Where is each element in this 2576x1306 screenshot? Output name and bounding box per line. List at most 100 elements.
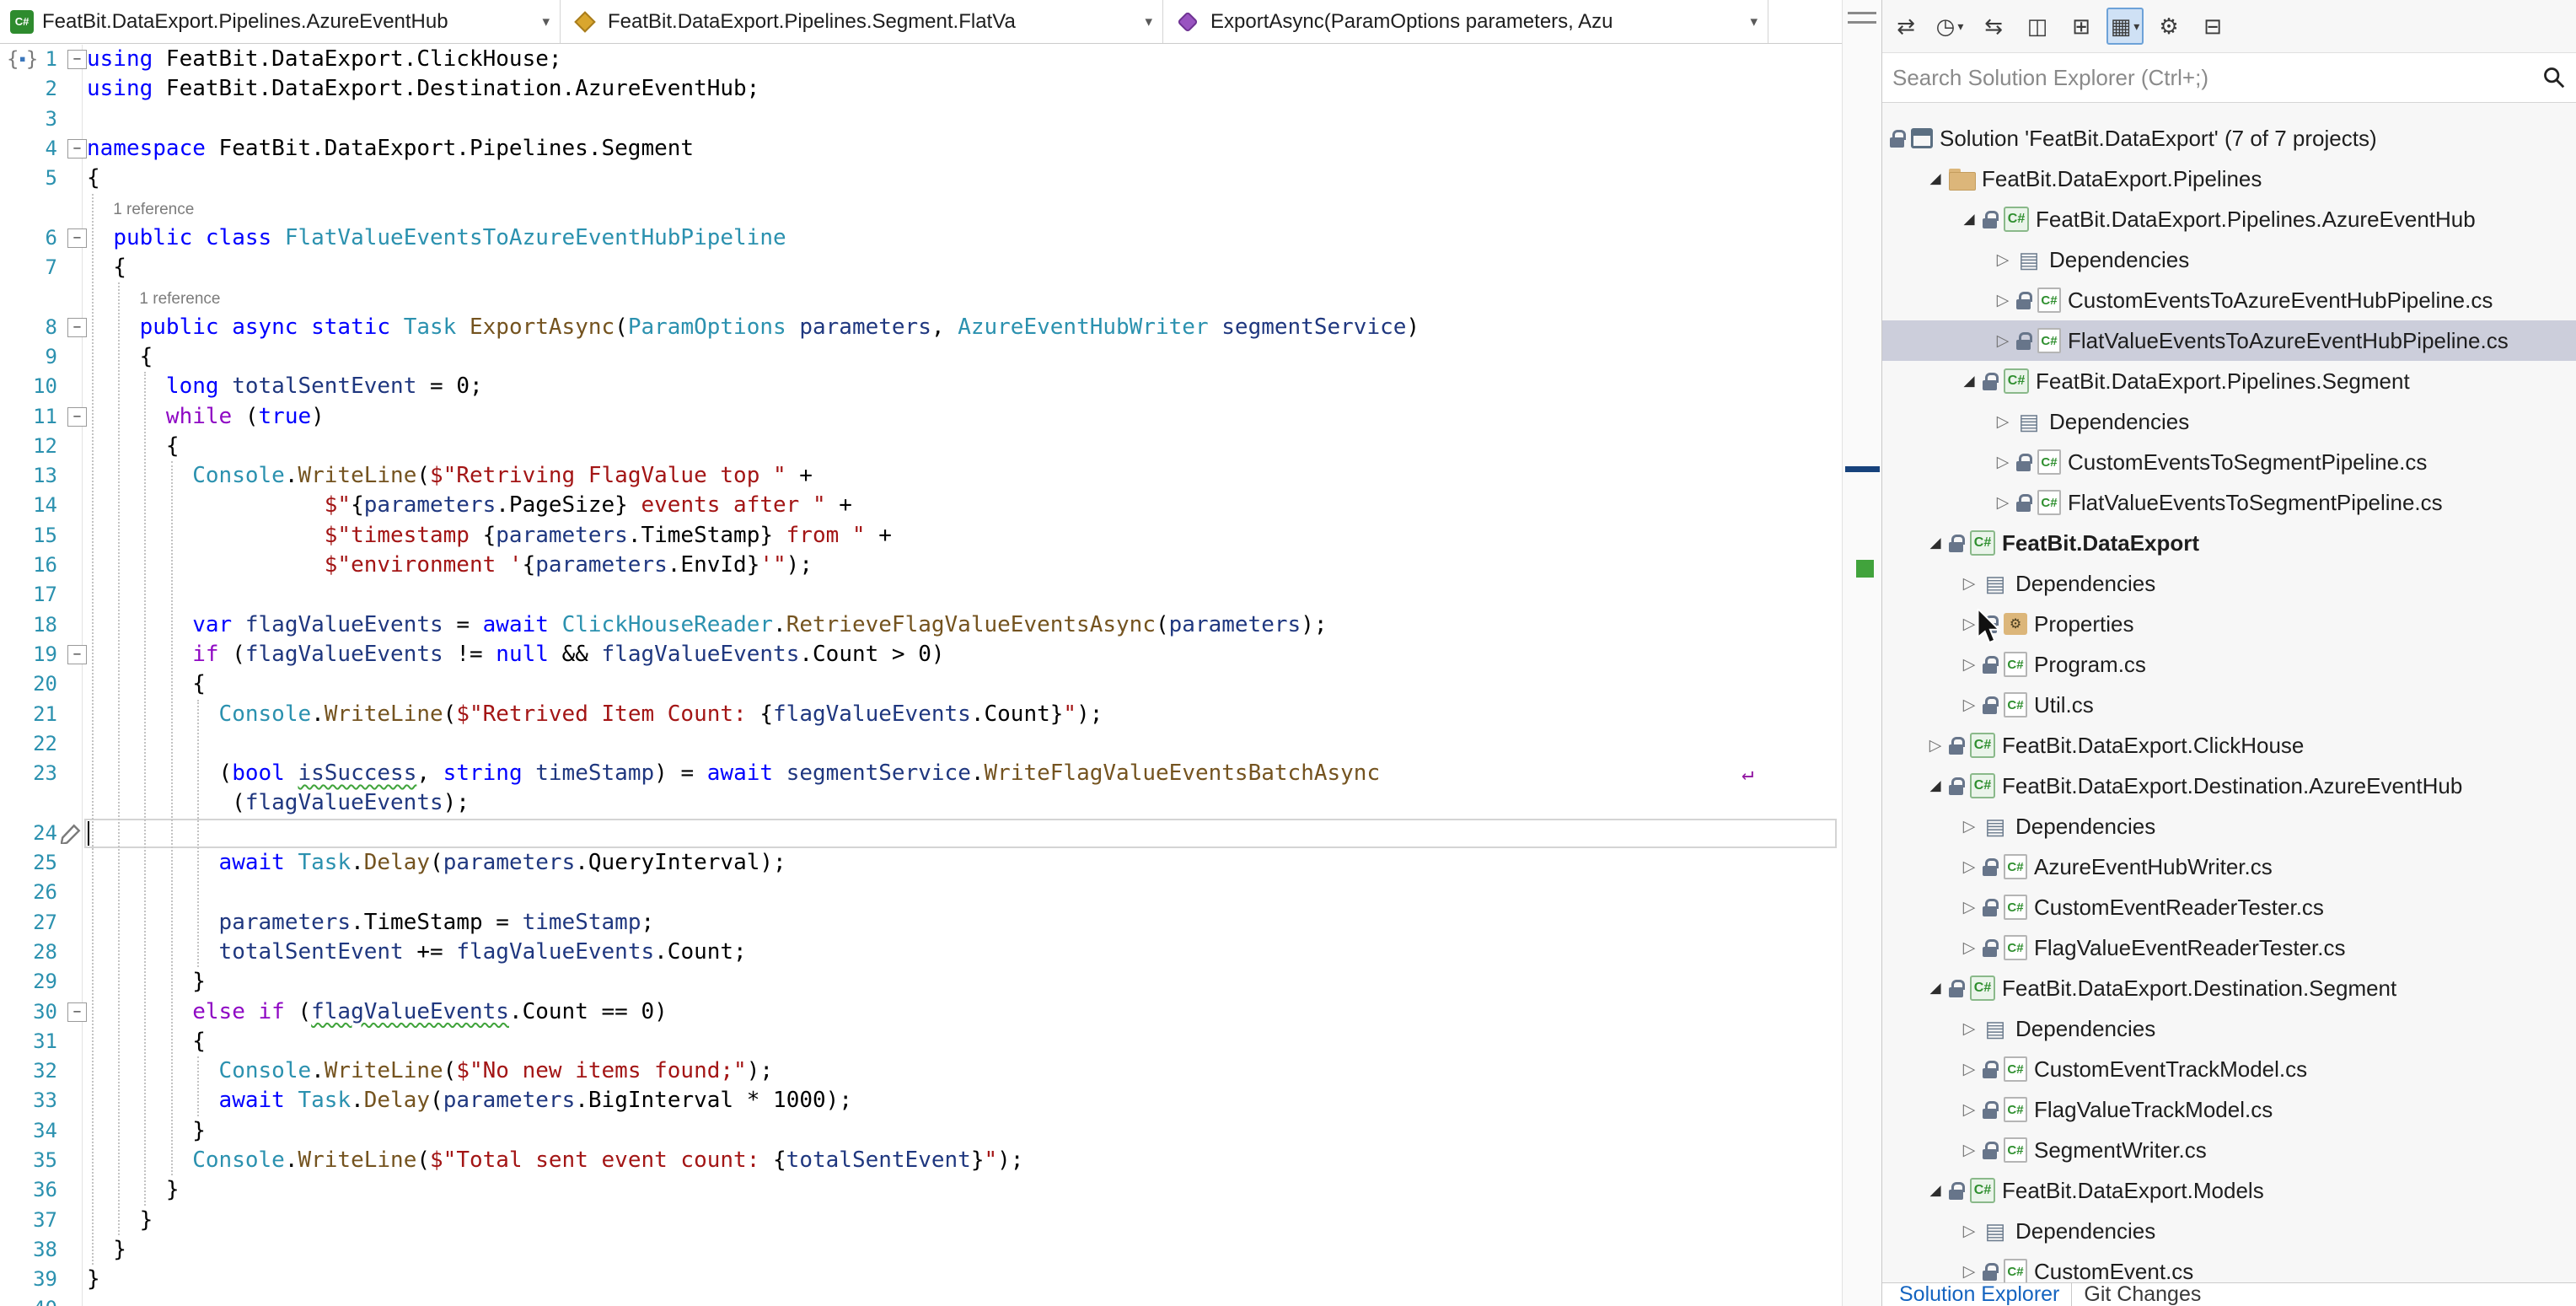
tree-item[interactable]: Util.cs bbox=[1882, 685, 2576, 725]
tree-item[interactable]: FeatBit.DataExport.Destination.AzureEven… bbox=[1882, 766, 2576, 806]
search-input[interactable] bbox=[1892, 65, 2542, 91]
expand-icon[interactable] bbox=[1956, 857, 1982, 877]
code-line[interactable]: 17 bbox=[0, 580, 1842, 610]
code-line[interactable]: 18 var flagValueEvents = await ClickHous… bbox=[0, 610, 1842, 640]
panel-tab-solution-explorer[interactable]: Solution Explorer bbox=[1887, 1282, 2071, 1306]
tree-item[interactable]: Dependencies bbox=[1882, 1008, 2576, 1049]
tree-item[interactable]: Dependencies bbox=[1882, 563, 2576, 604]
code-line[interactable]: 9 { bbox=[0, 342, 1842, 372]
code-line[interactable]: 28 totalSentEvent += flagValueEvents.Cou… bbox=[0, 938, 1842, 967]
chevron-down-icon[interactable] bbox=[1145, 13, 1152, 30]
code-line[interactable]: 24 bbox=[0, 819, 1842, 848]
vertical-scrollbar[interactable] bbox=[1842, 0, 1881, 1306]
tree-item[interactable]: CustomEventsToSegmentPipeline.cs bbox=[1882, 442, 2576, 482]
code-line[interactable]: 13 Console.WriteLine($"Retriving FlagVal… bbox=[0, 461, 1842, 491]
code-line[interactable]: 27 parameters.TimeStamp = timeStamp; bbox=[0, 908, 1842, 938]
tree-item[interactable]: FeatBit.DataExport.Pipelines.AzureEventH… bbox=[1882, 199, 2576, 239]
panel-tab-git-changes[interactable]: Git Changes bbox=[2071, 1282, 2213, 1306]
search-icon[interactable] bbox=[2542, 66, 2566, 89]
search-box[interactable] bbox=[1882, 52, 2576, 103]
tree-item[interactable]: CustomEventReaderTester.cs bbox=[1882, 887, 2576, 927]
collapse-all-icon[interactable]: ⊟ bbox=[2194, 8, 2231, 45]
sync-with-active-document-icon[interactable]: ⇆ bbox=[1975, 8, 2012, 45]
code-line[interactable]: 14 $"{parameters.PageSize} events after … bbox=[0, 491, 1842, 520]
collapse-icon[interactable] bbox=[1956, 372, 1982, 390]
code-area[interactable]: 1using FeatBit.DataExport.ClickHouse;2us… bbox=[0, 45, 1842, 1306]
properties-wrench-icon[interactable]: ⚙ bbox=[2150, 8, 2187, 45]
code-line[interactable]: 5{ bbox=[0, 164, 1842, 193]
expand-icon[interactable] bbox=[1956, 1060, 1982, 1079]
codelens-references[interactable]: 1 reference bbox=[0, 284, 221, 314]
chevron-down-icon[interactable] bbox=[542, 13, 550, 30]
type-dropdown[interactable]: FeatBit.DataExport.Pipelines.Segment.Fla… bbox=[561, 0, 1163, 43]
fold-collapse-icon[interactable] bbox=[57, 223, 87, 253]
code-line[interactable]: 38 } bbox=[0, 1235, 1842, 1265]
expand-icon[interactable] bbox=[1956, 817, 1982, 836]
collapse-icon[interactable] bbox=[1923, 1181, 1948, 1200]
expand-icon[interactable] bbox=[1990, 453, 2015, 472]
editor-split-handle[interactable] bbox=[1848, 12, 1876, 24]
code-line[interactable]: 6 public class FlatValueEventsToAzureEve… bbox=[0, 223, 1842, 253]
codelens-references[interactable]: 1 reference bbox=[0, 195, 194, 224]
tree-item[interactable]: Dependencies bbox=[1882, 239, 2576, 280]
code-line[interactable]: 34 } bbox=[0, 1116, 1842, 1146]
expand-icon[interactable] bbox=[1956, 938, 1982, 958]
code-line[interactable]: 40 bbox=[0, 1294, 1842, 1306]
code-line[interactable]: (flagValueEvents); bbox=[0, 788, 1842, 818]
collapse-icon[interactable] bbox=[1923, 777, 1948, 795]
code-line[interactable]: 7 { bbox=[0, 253, 1842, 282]
pending-filter-icon[interactable]: ◷ bbox=[1931, 8, 1968, 45]
code-line[interactable]: 15 $"timestamp {parameters.TimeStamp} fr… bbox=[0, 521, 1842, 551]
code-line[interactable]: 21 Console.WriteLine($"Retrived Item Cou… bbox=[0, 700, 1842, 729]
code-line[interactable]: 23 (bool isSuccess, string timeStamp) = … bbox=[0, 759, 1842, 788]
solution-tree[interactable]: Solution 'FeatBit.DataExport' (7 of 7 pr… bbox=[1882, 118, 2576, 1306]
tree-item[interactable]: FeatBit.DataExport.Models bbox=[1882, 1170, 2576, 1211]
tree-item[interactable]: SegmentWriter.cs bbox=[1882, 1130, 2576, 1170]
fold-collapse-icon[interactable] bbox=[57, 402, 87, 432]
code-line[interactable]: 3 bbox=[0, 105, 1842, 134]
collapse-icon[interactable] bbox=[1923, 534, 1948, 552]
fold-collapse-icon[interactable] bbox=[57, 313, 87, 342]
expand-icon[interactable] bbox=[1956, 1262, 1982, 1282]
code-line[interactable]: 29 } bbox=[0, 967, 1842, 997]
tree-item[interactable]: FlagValueTrackModel.cs bbox=[1882, 1089, 2576, 1130]
switch-views-icon[interactable]: ⇄ bbox=[1887, 8, 1924, 45]
expand-icon[interactable] bbox=[1956, 574, 1982, 594]
project-dropdown[interactable]: FeatBit.DataExport.Pipelines.AzureEventH… bbox=[0, 0, 561, 43]
tree-item[interactable]: FeatBit.DataExport bbox=[1882, 523, 2576, 563]
collapse-icon[interactable] bbox=[1923, 979, 1948, 997]
tree-item[interactable]: Program.cs bbox=[1882, 644, 2576, 685]
expand-icon[interactable] bbox=[1990, 331, 2015, 351]
expand-icon[interactable] bbox=[1956, 696, 1982, 715]
collapse-icon[interactable] bbox=[1956, 210, 1982, 228]
code-line[interactable]: 22 bbox=[0, 729, 1842, 759]
code-line[interactable]: 19 if (flagValueEvents != null && flagVa… bbox=[0, 640, 1842, 669]
tree-item[interactable]: AzureEventHubWriter.cs bbox=[1882, 846, 2576, 887]
tree-item[interactable]: FeatBit.DataExport.Destination.Segment bbox=[1882, 968, 2576, 1008]
code-line[interactable]: 4namespace FeatBit.DataExport.Pipelines.… bbox=[0, 134, 1842, 164]
expand-icon[interactable] bbox=[1956, 1100, 1982, 1120]
show-all-files-icon[interactable]: ⊞ bbox=[2063, 8, 2100, 45]
tree-item[interactable]: Dependencies bbox=[1882, 401, 2576, 442]
fold-collapse-icon[interactable] bbox=[57, 134, 87, 164]
code-line[interactable]: 26 bbox=[0, 878, 1842, 907]
expand-icon[interactable] bbox=[1956, 1141, 1982, 1160]
tree-item[interactable]: FlatValueEventsToAzureEventHubPipeline.c… bbox=[1882, 320, 2576, 361]
tree-item[interactable]: Dependencies bbox=[1882, 806, 2576, 846]
tree-item[interactable]: CustomEventTrackModel.cs bbox=[1882, 1049, 2576, 1089]
collapse-icon[interactable] bbox=[1923, 169, 1948, 188]
code-line[interactable]: 35 Console.WriteLine($"Total sent event … bbox=[0, 1146, 1842, 1175]
code-line[interactable]: 30 else if (flagValueEvents.Count == 0) bbox=[0, 997, 1842, 1027]
code-line[interactable]: 12 { bbox=[0, 432, 1842, 461]
fold-collapse-icon[interactable] bbox=[57, 997, 87, 1027]
tree-item[interactable]: FeatBit.DataExport.Pipelines.Segment bbox=[1882, 361, 2576, 401]
code-editor[interactable]: FeatBit.DataExport.Pipelines.AzureEventH… bbox=[0, 0, 1842, 1306]
code-line[interactable]: 16 $"environment '{parameters.EnvId}'"); bbox=[0, 551, 1842, 580]
tree-item[interactable]: FeatBit.DataExport.Pipelines bbox=[1882, 159, 2576, 199]
expand-icon[interactable] bbox=[1990, 291, 2015, 310]
expand-icon[interactable] bbox=[1956, 898, 1982, 917]
new-view-icon[interactable]: ◫ bbox=[2019, 8, 2056, 45]
tree-item[interactable]: FeatBit.DataExport.ClickHouse bbox=[1882, 725, 2576, 766]
inline-hint-icon[interactable]: ↵ bbox=[1741, 759, 1753, 788]
fold-collapse-icon[interactable] bbox=[57, 640, 87, 669]
